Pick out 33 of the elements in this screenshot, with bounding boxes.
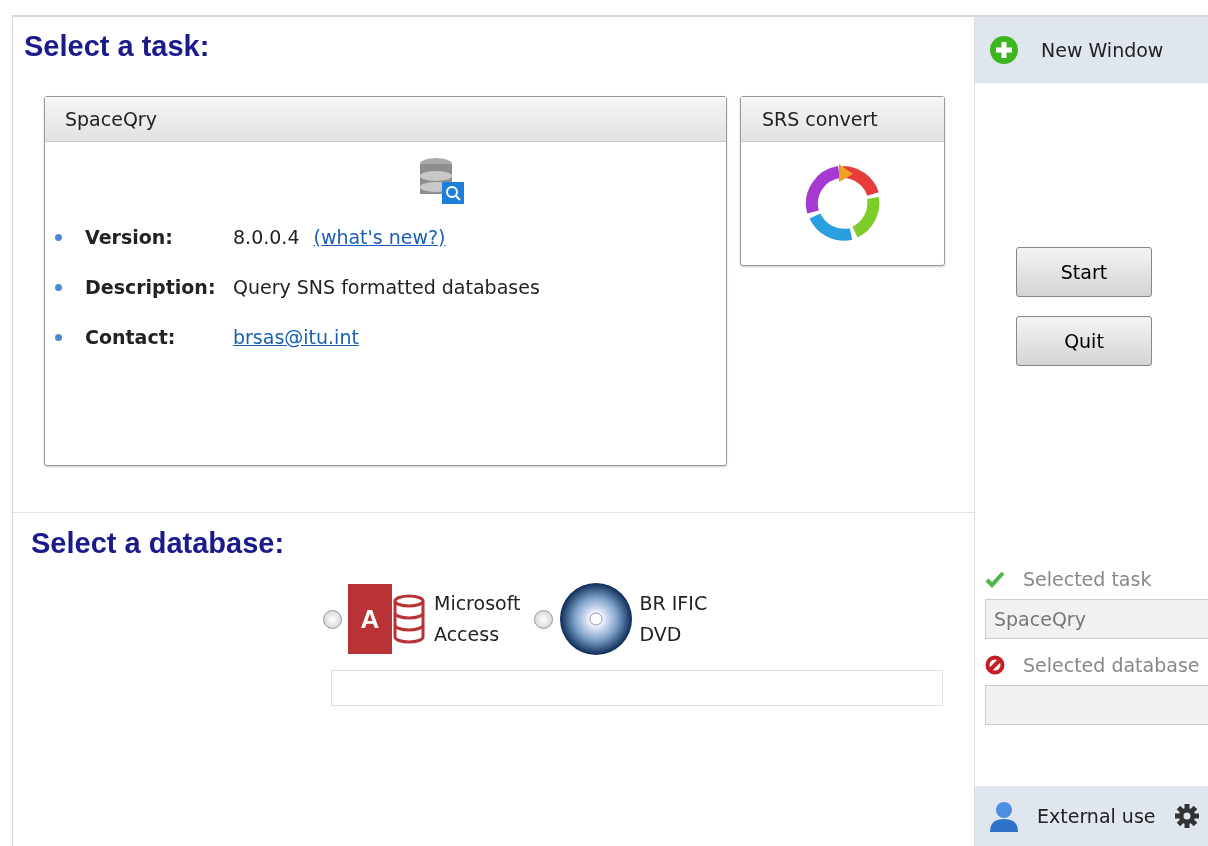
radio-button[interactable]: [323, 609, 342, 629]
database-label: BR IFIC DVD: [639, 591, 708, 647]
bullet-icon: [55, 233, 62, 241]
status-label: Selected task: [1023, 568, 1152, 590]
field-label: Version:: [85, 226, 174, 248]
footer-bar[interactable]: External use: [975, 786, 1208, 846]
new-window-button[interactable]: New Window: [975, 17, 1208, 83]
status-field[interactable]: [985, 685, 1208, 725]
section-title: Select a task:: [24, 30, 211, 63]
status-label: Selected database: [1023, 654, 1200, 676]
card-header: SpaceQry: [45, 97, 726, 142]
section-title: Select a database:: [31, 527, 286, 560]
bullet-icon: [55, 283, 62, 291]
field-value: 8.0.0.4: [233, 226, 300, 248]
link[interactable]: (what's new?): [313, 226, 446, 248]
disc-icon: [559, 582, 634, 656]
field-value: Query SNS formatted databases: [233, 276, 540, 298]
bullet-icon: [55, 333, 62, 341]
task-card[interactable]: SpaceQry Version: 8.0.0.4 (what's new?) Description: Query SNS formatted databases Contact: brsas@itu.int: [44, 96, 727, 466]
gear-icon[interactable]: [1173, 803, 1200, 829]
database-label: Microsoft Access: [434, 591, 521, 647]
action-button[interactable]: Quit: [1016, 316, 1152, 366]
link[interactable]: brsas@itu.int: [233, 326, 359, 348]
action-button[interactable]: Start: [1016, 247, 1152, 297]
plus-icon: [989, 35, 1019, 65]
field-label: Description:: [85, 276, 217, 298]
task-card[interactable]: SRS convert: [740, 96, 945, 266]
input-field[interactable]: [331, 670, 943, 706]
radio-button[interactable]: [534, 609, 554, 629]
status-field[interactable]: SpaceQry: [985, 599, 1208, 639]
card-header: SRS convert: [741, 97, 944, 142]
user-icon: [989, 800, 1019, 832]
field-label: Contact:: [85, 326, 177, 348]
